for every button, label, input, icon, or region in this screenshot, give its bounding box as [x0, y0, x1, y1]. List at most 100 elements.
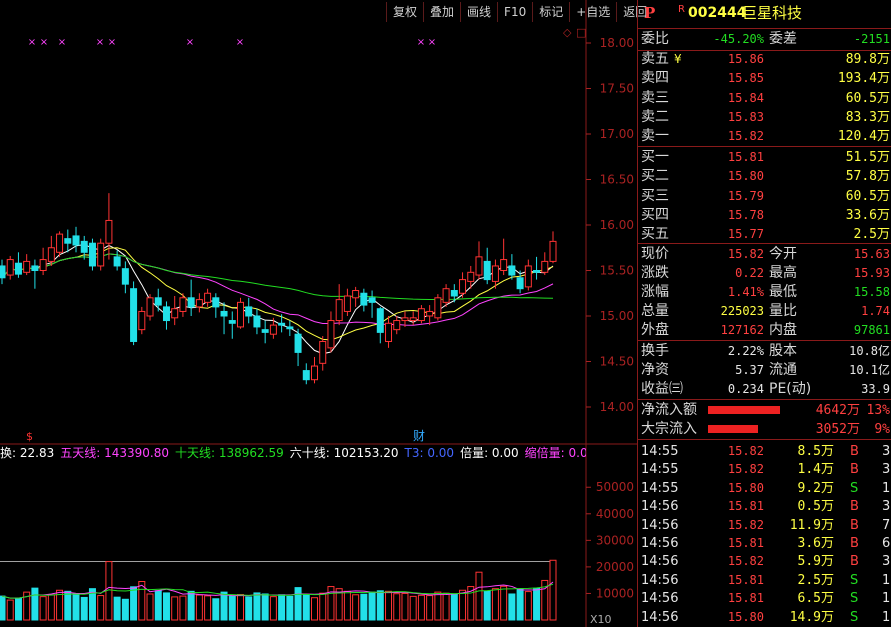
volume-bar [154, 590, 162, 621]
sell-row[interactable]: 卖五 ¥15.86 89.8万 [638, 50, 891, 69]
indicator-label: 十天线: 138962.59 [174, 446, 284, 460]
volume-bar [195, 594, 203, 621]
sell-volume: 193.4万 [837, 71, 890, 87]
tick-side: S [850, 609, 859, 625]
volume-bar [483, 590, 491, 621]
tick-price: 15.80 [727, 609, 764, 624]
volume-bar [278, 594, 286, 621]
buy-row[interactable]: 买四 15.78 33.6万 [638, 206, 891, 225]
volume-bar [516, 588, 524, 621]
flow-bar [708, 425, 758, 433]
toolbar-button[interactable]: 复权 [386, 2, 423, 22]
cross-marker: × [108, 37, 116, 48]
tick-price: 15.81 [727, 572, 764, 587]
sell-row[interactable]: 卖二 15.83 83.3万 [638, 108, 891, 127]
quote-label: 外盘 [641, 322, 669, 338]
candle [130, 281, 138, 346]
divider [638, 146, 891, 147]
fundamental-value: 2.22% [727, 344, 764, 358]
tick-row[interactable]: 14:56 15.81 3.6万 B 6 [638, 534, 891, 553]
price-tick-label: 18.00 [600, 36, 634, 50]
volume-bar [533, 587, 541, 621]
tick-volume: 1.4万 [797, 462, 834, 478]
volume-bar [245, 596, 253, 621]
toolbar-button[interactable]: 标记 [532, 2, 569, 22]
tick-row[interactable]: 14:56 15.81 2.5万 S 1 [638, 571, 891, 590]
tick-row[interactable]: 14:56 15.80 14.9万 S 1 [638, 608, 891, 627]
fundamental-value: 10.8亿 [849, 344, 890, 358]
toolbar-button[interactable]: 画线 [460, 2, 497, 22]
quote-panel: P R 002444 巨星科技 委比 -45.20% 委差 -2151 卖五 ¥1… [637, 0, 891, 627]
flow-row: 大宗流入 3052万 9% [638, 420, 891, 439]
toolbar-button[interactable]: F10 [497, 2, 532, 22]
tick-row[interactable]: 14:56 15.82 5.9万 B 3 [638, 552, 891, 571]
quote-value: 15.63 [853, 247, 890, 261]
tick-side: B [850, 462, 859, 478]
volume-bar [549, 559, 557, 621]
s-marker: $ [26, 430, 33, 443]
tick-time: 14:56 [641, 517, 679, 533]
tick-count: 3 [882, 462, 891, 478]
quote-row: 涨幅 1.41% 最低 15.58 [638, 283, 891, 302]
tick-price: 15.82 [727, 444, 764, 458]
buy-price: 15.81 [727, 150, 764, 164]
tick-time: 14:55 [641, 444, 679, 459]
buy-row[interactable]: 买三 15.79 60.5万 [638, 187, 891, 206]
volume-bar [171, 596, 179, 621]
buy-row[interactable]: 买五 15.77 2.5万 [638, 225, 891, 244]
chart-background [0, 0, 637, 627]
tick-row[interactable]: 14:55 15.80 9.2万 S 1 [638, 479, 891, 498]
tick-side: S [850, 480, 859, 496]
order-ratio-row: 委比 -45.20% 委差 -2151 [638, 30, 891, 49]
buy-volume: 57.8万 [845, 169, 890, 185]
fundamental-row: 净资 5.37 流通 10.1亿 [638, 361, 891, 380]
price-tick-label: 16.00 [600, 218, 634, 232]
volume-tick-label: 40000 [596, 507, 634, 521]
volume-bar [162, 592, 170, 621]
volume-bar [228, 595, 236, 621]
fundamental-label: 净资 [641, 362, 669, 378]
price-tick-label: 17.00 [600, 127, 634, 141]
volume-bar [130, 586, 138, 621]
quote-value: 97861 [853, 323, 890, 337]
indicator-label: 五天线: 143390.80 [60, 446, 169, 460]
volume-bar [80, 596, 88, 621]
tick-row[interactable]: 14:56 15.81 0.5万 B 3 [638, 497, 891, 516]
quote-label: 现价 [641, 246, 669, 262]
buy-volume: 2.5万 [853, 227, 890, 243]
volume-bar [179, 595, 187, 621]
price-tick-label: 14.00 [600, 400, 634, 414]
tick-count: 1 [882, 480, 891, 496]
candle [97, 238, 105, 271]
tick-price: 15.81 [727, 499, 764, 514]
divider [638, 28, 891, 29]
buy-row[interactable]: 买一 15.81 51.5万 [638, 148, 891, 167]
tick-volume: 8.5万 [797, 444, 834, 459]
buy-row[interactable]: 买二 15.80 57.8万 [638, 167, 891, 186]
volume-bar [31, 587, 39, 621]
tick-side: B [850, 517, 859, 533]
tick-row[interactable]: 14:55 15.82 8.5万 B 3 [638, 442, 891, 461]
tick-row[interactable]: 14:56 15.82 11.9万 B 7 [638, 516, 891, 535]
indicator-legend: 换: 22.83 五天线: 143390.80 十天线: 138962.59 六十线:… [0, 445, 586, 461]
tick-row[interactable]: 14:55 15.82 1.4万 B 3 [638, 460, 891, 479]
sell-row[interactable]: 卖四 15.85 193.4万 [638, 69, 891, 88]
tick-price: 15.80 [727, 480, 764, 495]
indicator-label: T3: 0.00 [404, 446, 455, 460]
buy-volume: 60.5万 [845, 188, 890, 204]
tick-volume: 6.5万 [797, 591, 834, 607]
volume-tick-label: 50000 [596, 480, 634, 494]
sell-row[interactable]: 卖三 15.84 60.5万 [638, 89, 891, 108]
sell-row[interactable]: 卖一 15.82 120.4万 [638, 127, 891, 146]
volume-bar [508, 593, 516, 621]
tick-row[interactable]: 14:56 15.81 6.5万 S 1 [638, 589, 891, 608]
toolbar-button[interactable]: +自选 [569, 2, 616, 22]
flow-bar [708, 406, 780, 414]
sell-volume: 89.8万 [845, 52, 890, 67]
flow-value: 4642万 [815, 403, 860, 418]
kline-chart[interactable]: 18.00 17.50 17.00 16.50 16.00 15.50 15.00 14.50… [0, 0, 637, 627]
tick-count: 1 [882, 572, 891, 588]
volume-bar [401, 592, 409, 621]
tick-time: 14:56 [641, 554, 679, 570]
toolbar-button[interactable]: 叠加 [423, 2, 460, 22]
